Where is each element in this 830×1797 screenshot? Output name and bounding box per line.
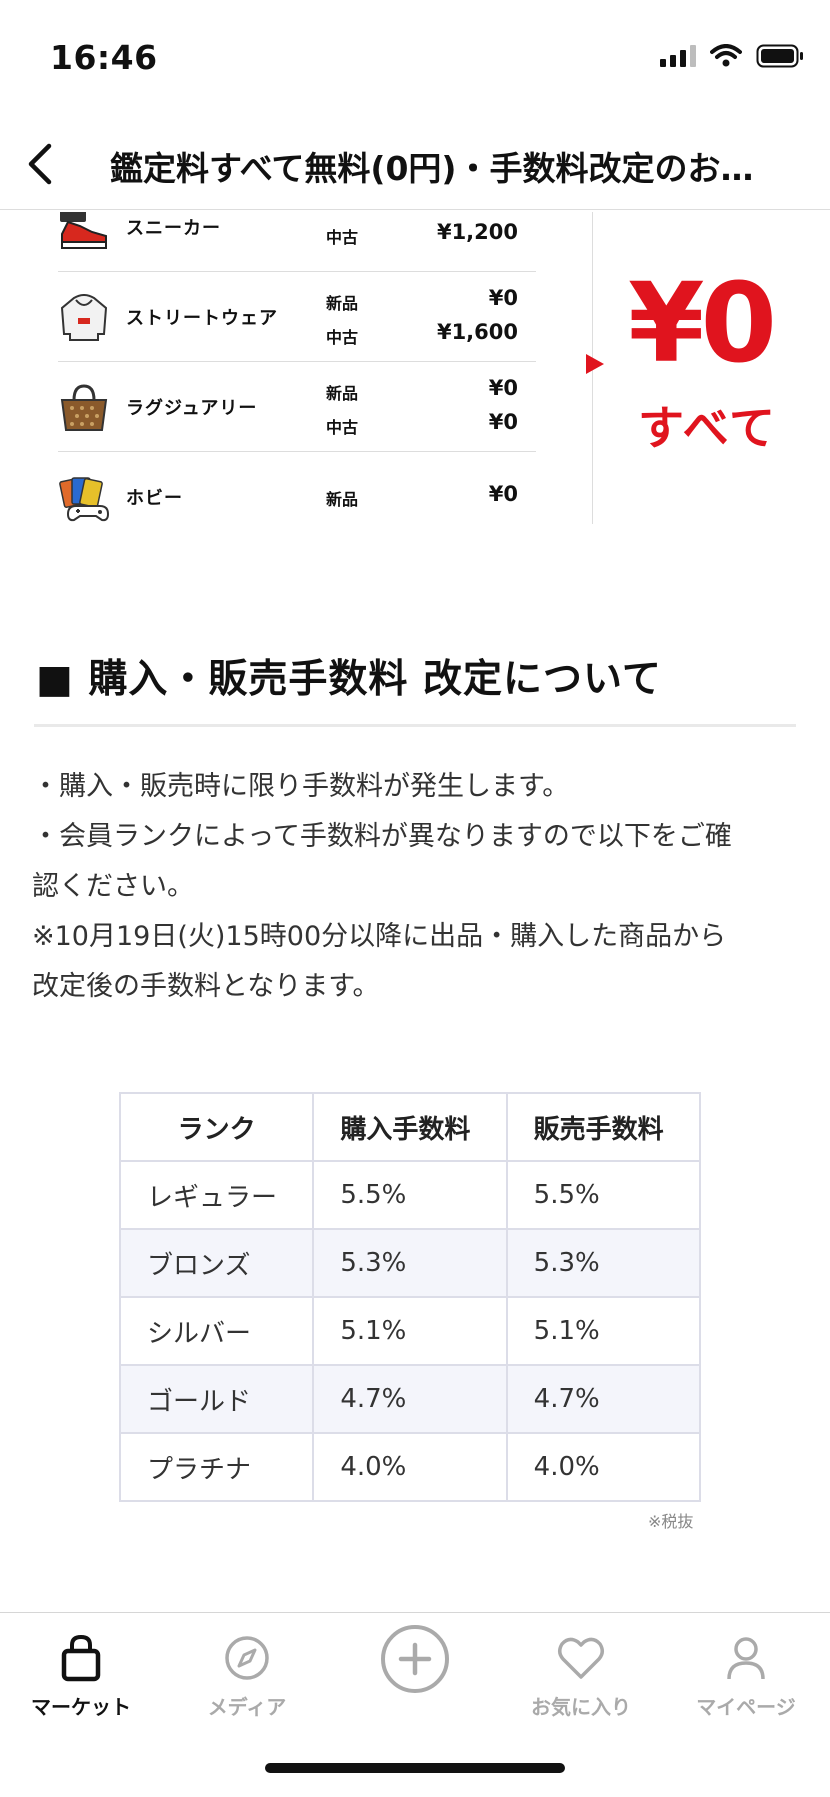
fee-row-sneakers: スニーカー 新品 ¥0 中古 ¥1,200 [58,212,536,272]
status-time: 16:46 [50,38,158,77]
plus-circle-icon [381,1625,449,1693]
status-bar: 16:46 [0,0,830,110]
fee-row-streetwear: ストリートウェア 新品 ¥0 中古 ¥1,600 [58,272,536,362]
table-row: シルバー 5.1% 5.1% [118,1296,702,1366]
table-row: レギュラー 5.5% 5.5% [118,1160,702,1230]
fee-value: ¥0 [488,376,518,400]
compass-icon [225,1636,269,1680]
table-cell: 5.3% [505,1228,702,1298]
fee-label: 新品 [326,294,359,313]
body-line: ※10月19日(火)15時00分以降に出品・購入した商品から [32,921,727,952]
fee-row-luxury: ラグジュアリー 新品 ¥0 中古 ¥0 [58,362,536,452]
body-line: ・購入・販売時に限り手数料が発生します。 [32,771,570,802]
fee-category: ラグジュアリー [126,398,258,419]
sneaker-icon [60,212,107,249]
wifi-icon [710,44,742,67]
tab-favorites[interactable]: お気に入り [506,1633,656,1723]
tab-media[interactable]: メディア [172,1633,322,1723]
body-line: ・会員ランクによって手数料が異なりますので以下をご確 [32,821,732,852]
table-cell: 4.7% [505,1364,702,1434]
fee-value: ¥0 [488,286,518,310]
shopping-bag-icon [61,1634,101,1682]
fee-category: ホビー [126,488,183,509]
person-icon [727,1637,765,1680]
tab-label: マーケット [31,1695,131,1719]
nav-bar: 鑑定料すべて無料(0円)・手数料改定のお… [0,118,830,210]
rank-fee-table: ランク 購入手数料 販売手数料 レギュラー 5.5% 5.5% ブロンズ 5.3… [118,1092,702,1502]
fee-image: スニーカー 新品 ¥0 中古 ¥1,200 ストリートウェア 新品 ¥0 [0,212,830,532]
fee-value: ¥0 [488,482,518,506]
section-body: ・購入・販売時に限り手数料が発生します。 ・会員ランクによって手数料が異なります… [32,762,802,1012]
table-cell: 5.5% [505,1160,702,1230]
page-title: 鑑定料すべて無料(0円)・手数料改定のお… [110,149,754,188]
section-heading: ■ 購入・販売手数料 改定について [36,657,662,702]
table-cell: プラチナ [118,1432,315,1502]
fee-line: 新品 ¥0 [326,376,526,406]
arrow-right-icon [586,354,604,374]
fee-label: 新品 [326,384,359,403]
fee-category: スニーカー [126,218,221,239]
fee-line: 中古 ¥1,600 [326,320,526,350]
fee-label: 新品 [326,490,359,509]
tab-label: お気に入り [531,1695,631,1719]
fee-line: 新品 ¥0 [326,212,526,216]
battery-icon [756,44,803,68]
fee-label: 中古 [326,418,359,437]
tab-label: マイページ [696,1695,796,1719]
table-cell: レギュラー [118,1160,315,1230]
table-header-row: ランク 購入手数料 販売手数料 [118,1092,702,1162]
cards-controller-icon [59,477,110,522]
heart-icon [558,1637,604,1679]
fee-result-amount: ¥0 [628,259,777,387]
table-cell: ブロンズ [118,1228,315,1298]
table-row: プラチナ 4.0% 4.0% [118,1432,702,1502]
handbag-icon [60,384,108,431]
back-button[interactable] [10,132,70,196]
fee-result-label: すべて [638,401,777,455]
table-row: ゴールド 4.7% 4.7% [118,1364,702,1434]
table-cell: 5.5% [312,1160,508,1230]
fee-line: 中古 ¥0 [326,410,526,440]
table-cell: 5.1% [505,1296,702,1366]
fee-value: ¥0 [488,410,518,434]
table-cell: 4.0% [505,1432,702,1502]
chevron-left-icon [28,143,52,185]
fee-label: 中古 [326,228,359,247]
tax-note: ※税抜 [648,1512,694,1531]
table-cell: シルバー [118,1296,315,1366]
fee-category: ストリートウェア [126,308,278,329]
table-cell: 4.7% [312,1364,508,1434]
table-header: 販売手数料 [505,1092,702,1162]
fee-value: ¥1,600 [436,320,518,344]
fee-value: ¥1,200 [436,220,518,244]
tab-sell[interactable] [340,1623,490,1713]
body-line: 改定後の手数料となります。 [32,971,380,1002]
status-icons [660,44,804,68]
tab-label: メディア [207,1695,287,1719]
body-line: 認ください。 [32,871,194,902]
fee-list: スニーカー 新品 ¥0 中古 ¥1,200 ストリートウェア 新品 ¥0 [58,212,536,532]
hoodie-icon [60,294,108,341]
table-header: ランク [118,1092,315,1162]
table-row: ブロンズ 5.3% 5.3% [118,1228,702,1298]
fee-line: 新品 ¥0 [326,286,526,316]
table-header: 購入手数料 [312,1092,508,1162]
table-cell: 4.0% [312,1432,508,1502]
table-cell: 5.3% [312,1228,508,1298]
tab-market[interactable]: マーケット [6,1633,156,1723]
tab-mypage[interactable]: マイページ [671,1633,821,1723]
table-cell: 5.1% [312,1296,508,1366]
fee-label: 新品 [326,212,358,214]
fee-line: 新品 ¥0 [326,482,526,512]
fee-row-hobby: ホビー 新品 ¥0 [58,452,536,532]
cellular-signal-icon [660,45,696,67]
home-indicator [265,1763,565,1773]
heading-divider [34,724,796,727]
fee-line: 中古 ¥1,200 [326,220,526,250]
fee-label: 中古 [326,328,359,347]
table-cell: ゴールド [118,1364,315,1434]
